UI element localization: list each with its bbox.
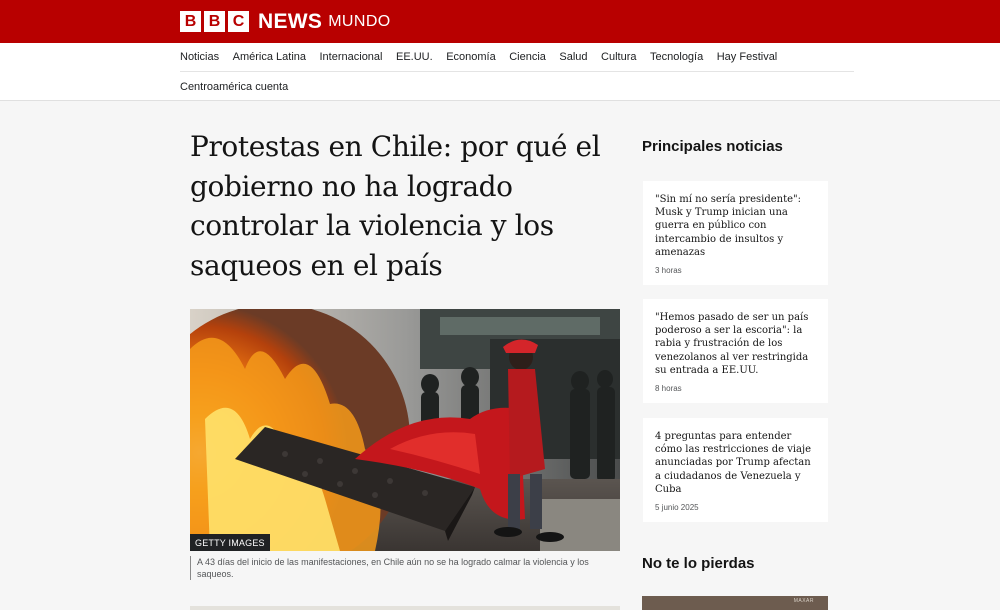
nav-link-tecnologia[interactable]: Tecnología xyxy=(650,51,703,63)
protest-fire-illustration xyxy=(190,309,620,551)
next-content-strip xyxy=(190,606,620,610)
thumbnail-watermark: MAXAR xyxy=(793,598,814,604)
nav-link-ciencia[interactable]: Ciencia xyxy=(509,51,546,63)
nav-link-cultura[interactable]: Cultura xyxy=(601,51,636,63)
nav-link-centroamerica-cuenta[interactable]: Centroamérica cuenta xyxy=(180,81,288,93)
logo-letter-b1: B xyxy=(180,11,201,32)
navigation-bar: Noticias América Latina Internacional EE… xyxy=(0,43,1000,101)
logo-letter-b2: B xyxy=(204,11,225,32)
top-story-time-2: 8 horas xyxy=(655,384,682,394)
top-story-time-1: 3 horas xyxy=(655,266,682,276)
image-credit-label: GETTY IMAGES xyxy=(190,534,270,551)
logo-news-word: NEWS xyxy=(258,10,323,33)
nav-link-eeuu[interactable]: EE.UU. xyxy=(396,51,433,63)
nav-link-noticias[interactable]: Noticias xyxy=(180,51,219,63)
top-stories-heading: Principales noticias xyxy=(642,138,783,155)
top-story-time-3: 5 junio 2025 xyxy=(655,503,699,513)
nav-link-internacional[interactable]: Internacional xyxy=(320,51,383,63)
nav-link-america-latina[interactable]: América Latina xyxy=(233,51,306,63)
dont-miss-thumbnail[interactable]: MAXAR xyxy=(642,596,828,610)
top-story-headline-2[interactable]: "Hemos pasado de ser un país poderoso a … xyxy=(655,311,818,377)
top-story-card-3[interactable]: 4 preguntas para entender cómo las restr… xyxy=(643,418,828,522)
bbc-news-mundo-logo[interactable]: B B C NEWS MUNDO xyxy=(180,11,391,32)
logo-letter-c: C xyxy=(228,11,249,32)
nav-link-economia[interactable]: Economía xyxy=(446,51,496,63)
nav-row-secondary: Centroamérica cuenta xyxy=(180,72,302,101)
dont-miss-heading: No te lo pierdas xyxy=(642,555,755,572)
logo-edition-word: MUNDO xyxy=(328,13,391,30)
masthead: B B C NEWS MUNDO xyxy=(0,0,1000,43)
top-story-card-2[interactable]: "Hemos pasado de ser un país poderoso a … xyxy=(643,299,828,403)
top-story-headline-3[interactable]: 4 preguntas para entender cómo las restr… xyxy=(655,430,818,496)
nav-row-primary: Noticias América Latina Internacional EE… xyxy=(180,43,854,72)
top-story-headline-1[interactable]: "Sin mí no sería presidente": Musk y Tru… xyxy=(655,193,818,259)
article-headline: Protestas en Chile: por qué el gobierno … xyxy=(190,130,601,282)
top-story-card-1[interactable]: "Sin mí no sería presidente": Musk y Tru… xyxy=(643,181,828,285)
nav-link-salud[interactable]: Salud xyxy=(559,51,587,63)
image-caption: A 43 días del inicio de las manifestacio… xyxy=(190,556,620,580)
article-hero-image: GETTY IMAGES xyxy=(190,309,620,551)
nav-link-hay-festival[interactable]: Hay Festival xyxy=(717,51,778,63)
